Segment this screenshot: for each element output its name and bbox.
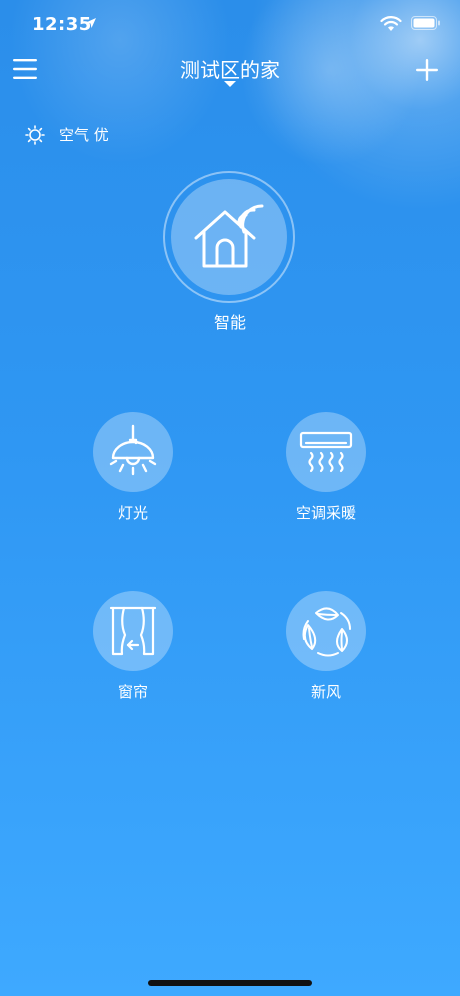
device-fresh-air[interactable]: 新风 xyxy=(256,591,396,702)
location-arrow-icon xyxy=(86,18,96,28)
smart-button[interactable] xyxy=(163,171,295,303)
air-quality-label: 空气 优 xyxy=(59,126,109,144)
air-conditioning-circle xyxy=(286,412,366,492)
air-conditioner-icon xyxy=(299,431,353,473)
home-selector[interactable]: 测试区的家 xyxy=(0,54,460,83)
fresh-air-circle xyxy=(286,591,366,671)
status-bar: 12:35 xyxy=(0,0,460,50)
status-time: 12:35 xyxy=(32,14,92,35)
device-label: 新风 xyxy=(310,683,341,701)
device-air-conditioning[interactable]: 空调采暖 xyxy=(256,412,396,523)
dropdown-triangle-icon[interactable] xyxy=(223,80,237,88)
fresh-air-icon xyxy=(302,607,351,657)
device-lights[interactable]: 灯光 xyxy=(63,412,203,523)
device-label: 窗帘 xyxy=(117,683,148,701)
smart-button-core xyxy=(171,179,287,295)
air-quality: 空气 优 xyxy=(25,124,109,145)
smart-home-icon xyxy=(194,204,264,268)
device-label: 灯光 xyxy=(117,504,148,522)
lights-circle xyxy=(93,412,173,492)
device-label: 空调采暖 xyxy=(295,504,356,522)
smart-label: 智能 xyxy=(213,313,246,332)
add-button[interactable] xyxy=(415,58,439,82)
wifi-icon xyxy=(380,16,402,31)
home-title: 测试区的家 xyxy=(180,58,280,82)
sun-icon xyxy=(25,124,45,145)
lamp-icon xyxy=(109,424,157,476)
home-indicator[interactable] xyxy=(148,980,312,986)
battery-icon xyxy=(411,16,440,30)
curtain-icon xyxy=(109,606,157,656)
plus-icon xyxy=(416,59,438,81)
device-curtains[interactable]: 窗帘 xyxy=(63,591,203,702)
curtains-circle xyxy=(93,591,173,671)
